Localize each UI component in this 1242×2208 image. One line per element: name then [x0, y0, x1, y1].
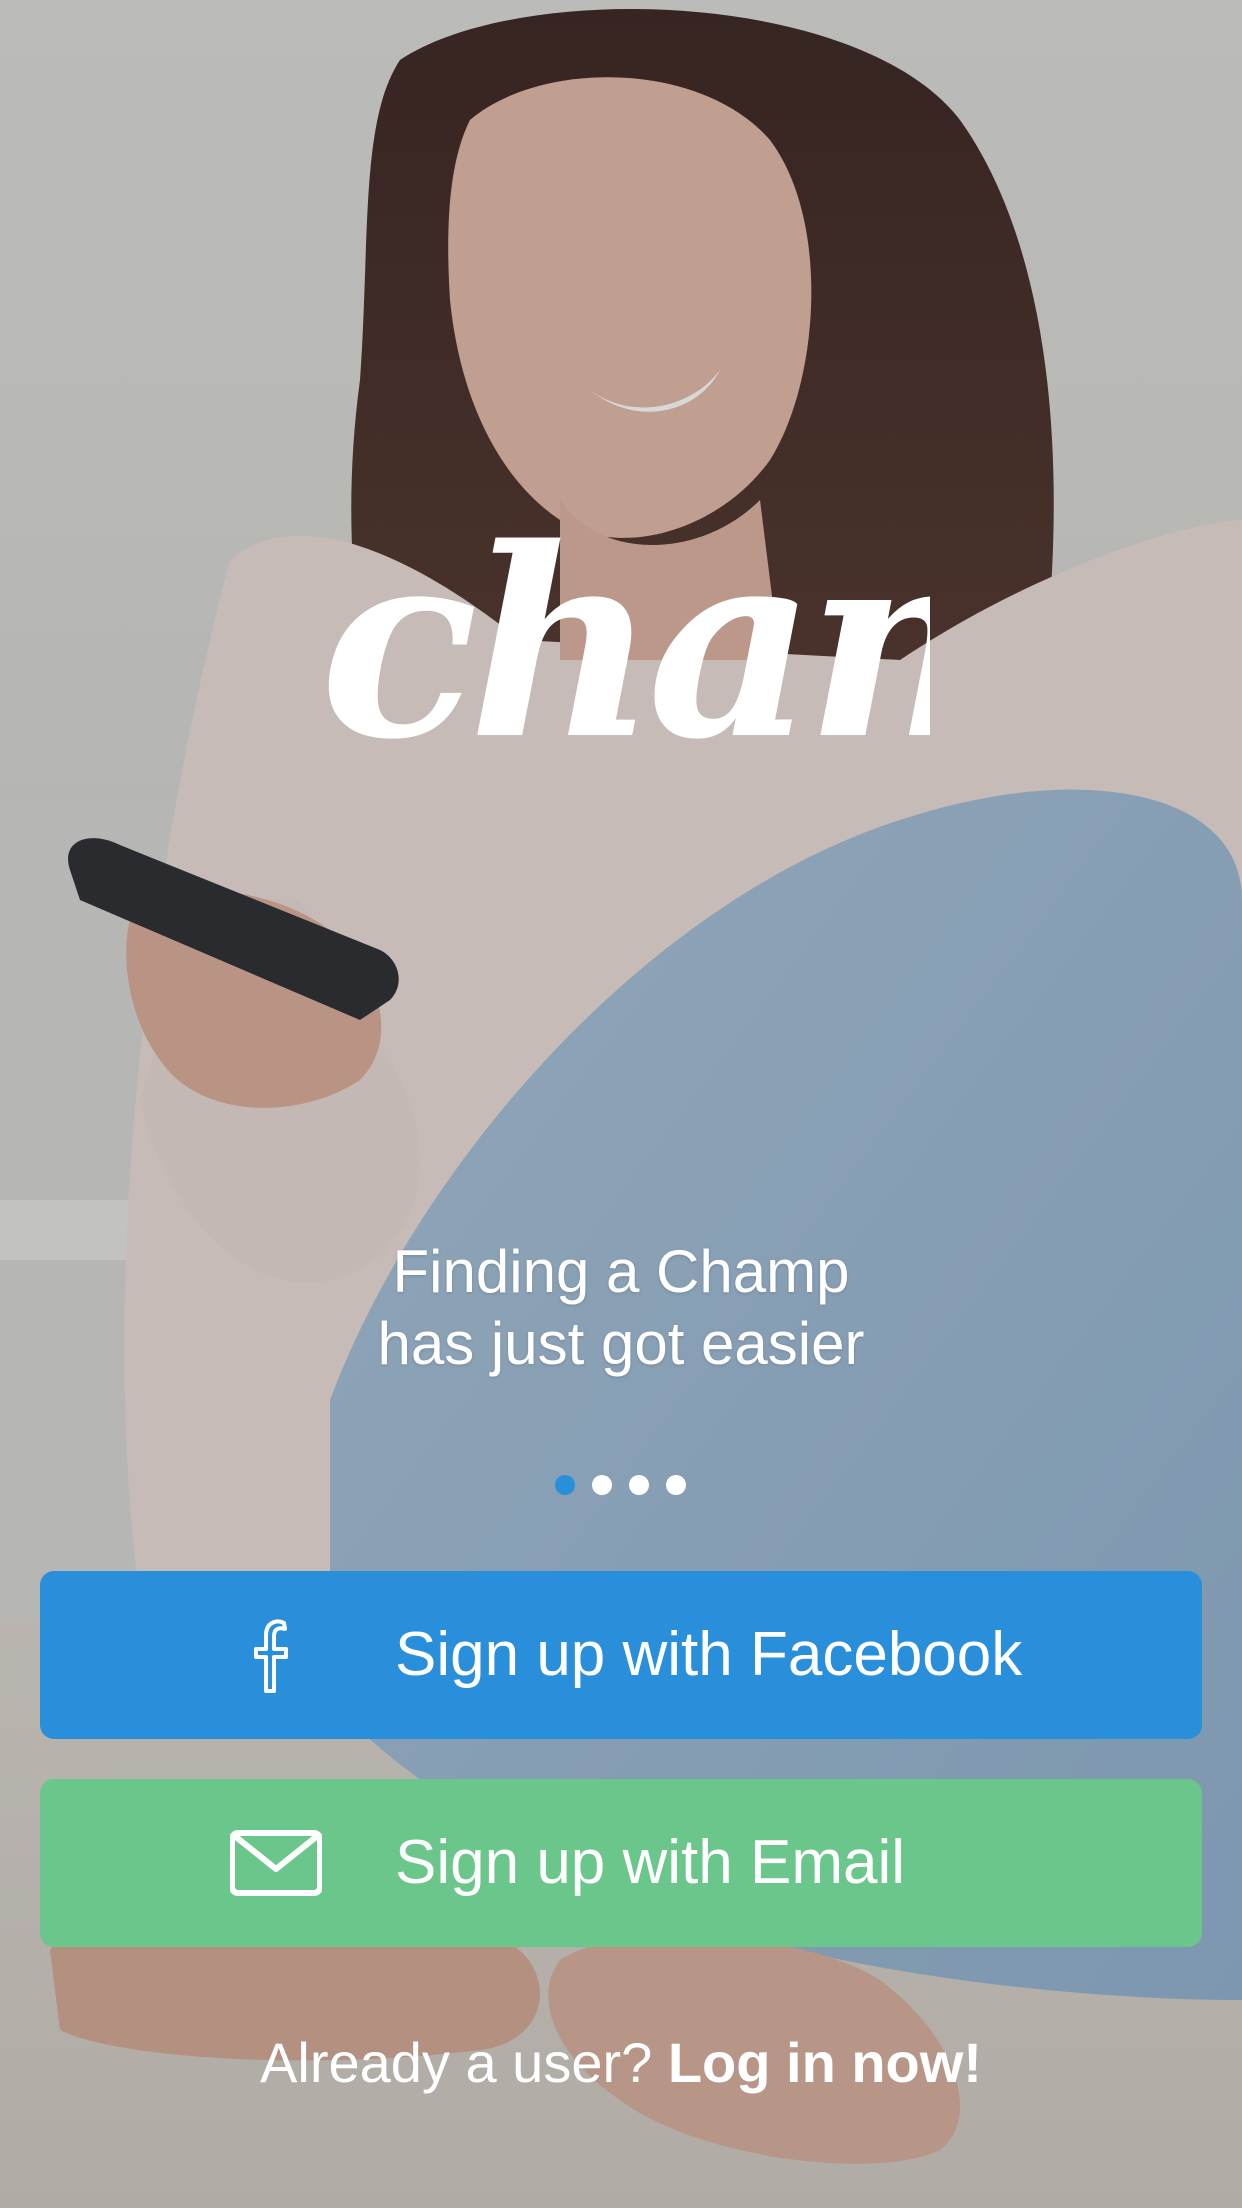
signup-email-button[interactable]: Sign up with Email	[40, 1779, 1202, 1947]
tagline-line-2: has just got easier	[377, 1310, 865, 1377]
tagline: Finding a Champ has just got easier	[0, 1236, 1242, 1380]
page-dot-3[interactable]	[629, 1475, 649, 1495]
page-dot-4[interactable]	[666, 1475, 686, 1495]
signup-facebook-label: Sign up with Facebook	[395, 1620, 1023, 1689]
login-prompt-text: Already a user?	[260, 2031, 668, 2094]
logo-text: champ	[320, 500, 930, 797]
signup-facebook-button[interactable]: Sign up with Facebook	[40, 1571, 1202, 1739]
tagline-line-1: Finding a Champ	[392, 1238, 850, 1305]
envelope-icon	[230, 1830, 322, 1896]
page-indicator[interactable]	[555, 1475, 686, 1497]
onboarding-screen: champ Finding a Champ has just got easie…	[0, 0, 1242, 2208]
champ-logo: champ	[320, 500, 930, 797]
login-link[interactable]: Log in now!	[668, 2031, 982, 2094]
page-dot-1[interactable]	[555, 1475, 575, 1495]
signup-email-label: Sign up with Email	[395, 1828, 906, 1897]
facebook-icon	[254, 1619, 288, 1693]
page-dot-2[interactable]	[592, 1475, 612, 1495]
login-prompt: Already a user? Log in now!	[0, 2028, 1242, 2098]
